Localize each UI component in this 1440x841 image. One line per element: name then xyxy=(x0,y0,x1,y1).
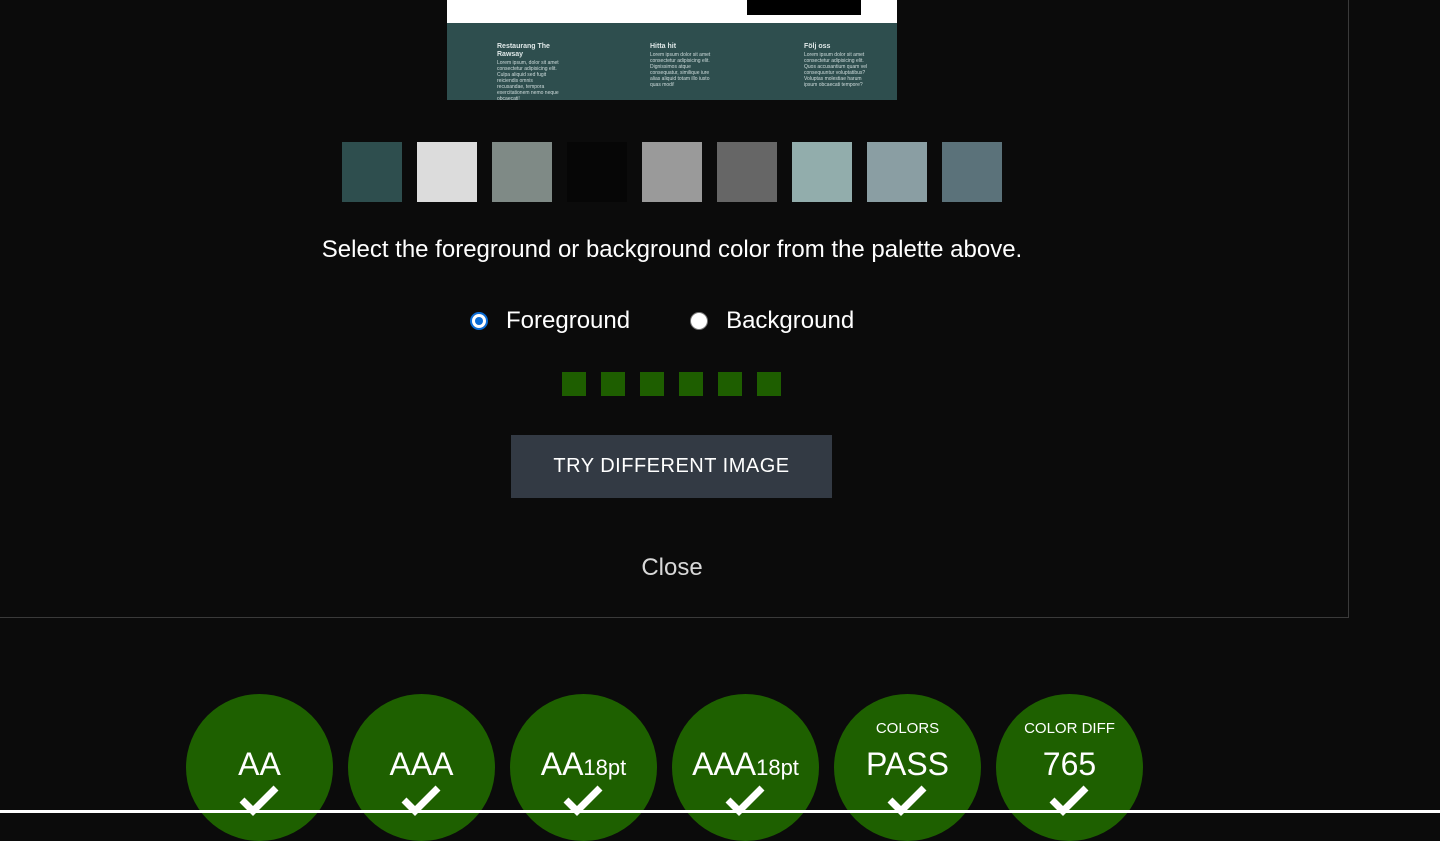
step-dot xyxy=(640,372,664,396)
preview-column-text: Lorem ipsum dolor sit amet consectetur a… xyxy=(650,52,711,88)
step-dot xyxy=(757,372,781,396)
palette-swatch-near-black[interactable] xyxy=(567,142,627,202)
result-badge: AA xyxy=(186,694,333,841)
palette-swatch-slate-gray[interactable] xyxy=(867,142,927,202)
preview-column: Följ oss Lorem ipsum dolor sit amet cons… xyxy=(804,43,868,88)
preview-column-text: Lorem ipsum, dolor sit amet consectetur … xyxy=(497,60,559,100)
foreground-radio[interactable] xyxy=(470,312,488,330)
preview-column-heading: Följ oss xyxy=(804,43,831,50)
color-palette xyxy=(342,142,1002,202)
result-badge: COLOR DIFF 765 xyxy=(996,694,1143,841)
try-different-image-button[interactable]: TRY DIFFERENT IMAGE xyxy=(511,435,832,498)
result-badge-subscript: 18pt xyxy=(583,755,627,780)
result-badge-value: AAA18pt xyxy=(692,746,799,782)
step-dot xyxy=(562,372,586,396)
color-picker-modal: Restaurang The Rawsay Lorem ipsum, dolor… xyxy=(0,0,1349,618)
result-badge-subscript: 18pt xyxy=(756,755,799,780)
result-badge-value: 765 xyxy=(1042,746,1097,782)
result-badge-caption: COLORS xyxy=(875,720,940,737)
palette-swatch-medium-gray[interactable] xyxy=(642,142,702,202)
result-badge-value: AAA xyxy=(389,746,454,782)
result-badge: AA18pt xyxy=(510,694,657,841)
palette-swatch-steel-blue-gray[interactable] xyxy=(942,142,1002,202)
palette-swatch-dark-teal[interactable] xyxy=(342,142,402,202)
background-radio[interactable] xyxy=(690,312,709,330)
preview-column-text: Lorem ipsum dolor sit amet consectetur a… xyxy=(804,52,868,88)
preview-column: Restaurang The Rawsay Lorem ipsum, dolor… xyxy=(497,43,561,100)
palette-swatch-dark-gray[interactable] xyxy=(717,142,777,202)
palette-swatch-gray-green[interactable] xyxy=(492,142,552,202)
step-dot xyxy=(679,372,703,396)
background-radio-label: Background xyxy=(726,307,855,334)
background-radio-option[interactable]: Background xyxy=(690,307,854,335)
result-badge: COLORS PASS xyxy=(834,694,981,841)
preview-column-heading: Hitta hit xyxy=(650,43,677,50)
result-badge-caption: COLOR DIFF xyxy=(1024,720,1115,737)
color-target-radio-group: Foreground Background xyxy=(470,307,854,335)
step-indicator xyxy=(562,372,781,396)
palette-swatch-light-gray[interactable] xyxy=(417,142,477,202)
uploaded-image-preview: Restaurang The Rawsay Lorem ipsum, dolor… xyxy=(447,0,897,100)
result-badge: AAA xyxy=(348,694,495,841)
result-badge-value: PASS xyxy=(866,746,949,782)
foreground-radio-label: Foreground xyxy=(506,307,631,334)
preview-footer: Restaurang The Rawsay Lorem ipsum, dolor… xyxy=(447,23,897,100)
preview-column-heading: Restaurang The Rawsay xyxy=(497,43,550,58)
instruction-text: Select the foreground or background colo… xyxy=(321,236,1023,263)
palette-swatch-pale-teal[interactable] xyxy=(792,142,852,202)
step-dot xyxy=(601,372,625,396)
preview-dark-block xyxy=(747,0,861,15)
result-badge: AAA18pt xyxy=(672,694,819,841)
foreground-radio-option[interactable]: Foreground xyxy=(470,307,630,335)
step-dot xyxy=(718,372,742,396)
preview-column: Hitta hit Lorem ipsum dolor sit amet con… xyxy=(650,43,714,88)
result-badge-value: AA18pt xyxy=(540,746,627,782)
result-badge-value: AA xyxy=(238,746,281,782)
close-button[interactable]: Close xyxy=(0,554,1344,582)
